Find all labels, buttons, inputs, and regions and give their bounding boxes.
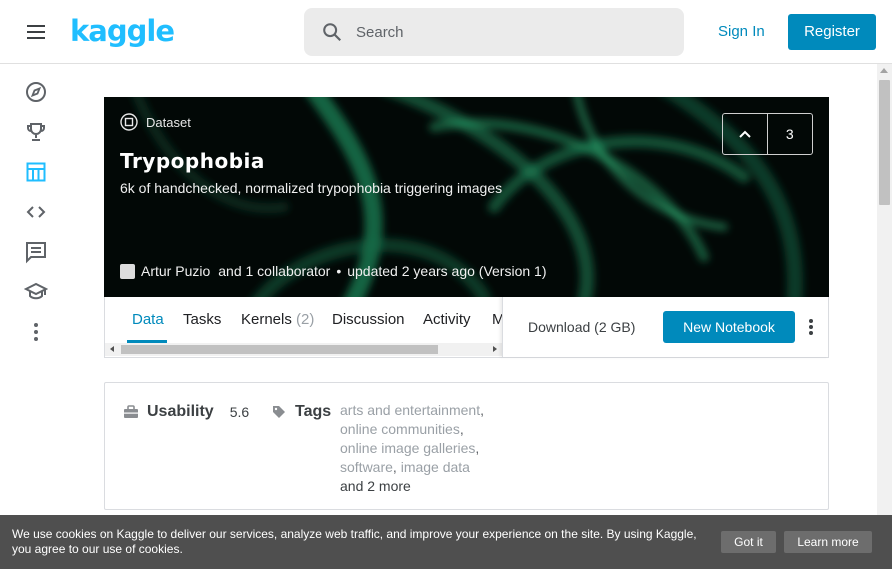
separator-bullet: •	[336, 263, 342, 279]
author-link[interactable]: Artur Puzio	[141, 263, 210, 279]
tab-kernels-count: (2)	[296, 311, 315, 328]
scroll-up-arrow[interactable]	[880, 68, 888, 73]
usability-value: 5.6	[229, 404, 250, 420]
page-scrollbar[interactable]	[877, 64, 892, 569]
tag-online-communities[interactable]: online communities	[340, 421, 460, 437]
tag-list: arts and entertainment, online communiti…	[340, 402, 484, 494]
tabs-horizontal-scrollbar[interactable]	[105, 343, 503, 356]
horizontal-scrollbar-thumb[interactable]	[121, 345, 438, 354]
table-icon[interactable]	[24, 160, 48, 184]
graduation-cap-icon[interactable]	[23, 280, 49, 304]
collaborators-link[interactable]: and 1 collaborator	[218, 263, 330, 279]
tab-kernels-label: Kernels	[241, 311, 292, 328]
menu-icon[interactable]	[24, 20, 48, 44]
tab-discussion[interactable]: Discussion	[332, 311, 405, 328]
usability-label: Usability	[147, 403, 214, 420]
vote-count: 3	[785, 126, 794, 142]
search-bar[interactable]	[304, 8, 684, 56]
dataset-owner-line: Artur Puzio and 1 collaborator • updated…	[120, 263, 546, 279]
cookie-banner: We use cookies on Kaggle to deliver our …	[0, 515, 892, 569]
compass-icon[interactable]	[24, 80, 48, 104]
tag-arts-and-entertainment[interactable]: arts and entertainment	[340, 402, 480, 418]
more-tags-link[interactable]: and 2 more	[340, 478, 411, 494]
avatar[interactable]	[120, 263, 135, 279]
tab-kernels[interactable]: Kernels (2)	[241, 311, 314, 328]
learn-more-button[interactable]: Learn more	[784, 531, 872, 553]
more-options-icon[interactable]	[806, 318, 816, 336]
tab-data[interactable]: Data	[132, 311, 164, 328]
tag-online-image-galleries[interactable]: online image galleries	[340, 440, 475, 456]
scroll-right-arrow[interactable]	[493, 346, 497, 352]
tags-label: Tags	[295, 403, 332, 420]
search-input[interactable]	[356, 8, 676, 56]
tab-list: Data Tasks Kernels (2) Discussion Activi…	[105, 297, 503, 345]
search-icon	[323, 23, 342, 42]
briefcase-icon	[124, 405, 138, 418]
dataset-info-box: Usability 5.6 Tags arts and entertainmen…	[104, 382, 829, 510]
comments-icon[interactable]	[24, 240, 48, 264]
top-bar: kaggle Sign In Register	[0, 0, 892, 64]
dataset-subtitle: 6k of handchecked, normalized trypophobi…	[120, 180, 503, 196]
dataset-icon	[120, 113, 138, 131]
usability-section: Usability 5.6	[123, 403, 249, 421]
side-nav	[0, 64, 72, 569]
kaggle-logo[interactable]: kaggle	[70, 14, 175, 48]
scrollbar-thumb[interactable]	[879, 80, 890, 205]
cookie-message: We use cookies on Kaggle to deliver our …	[12, 527, 697, 556]
upvote-button[interactable]	[723, 114, 768, 154]
updated-text: updated 2 years ago (Version 1)	[347, 263, 547, 279]
tab-activity[interactable]: Activity	[423, 311, 471, 328]
dataset-type: Dataset	[120, 113, 191, 131]
got-it-button[interactable]: Got it	[721, 531, 776, 553]
dataset-title: Trypophobia	[120, 149, 265, 173]
register-button[interactable]: Register	[788, 14, 876, 50]
tag-software[interactable]: software	[340, 459, 393, 475]
trophy-icon[interactable]	[24, 120, 48, 144]
download-button[interactable]: Download (2 GB)	[528, 319, 635, 335]
tag-icon	[273, 406, 285, 418]
tab-tasks[interactable]: Tasks	[183, 311, 221, 328]
dataset-actions: Download (2 GB) New Notebook	[502, 297, 829, 357]
scroll-left-arrow[interactable]	[110, 346, 114, 352]
vote-widget: 3	[722, 113, 813, 155]
dataset-header: Dataset Trypophobia 6k of handchecked, n…	[104, 97, 829, 297]
dataset-type-label: Dataset	[146, 114, 191, 130]
sign-in-link[interactable]: Sign In	[704, 16, 779, 48]
code-icon[interactable]	[24, 200, 48, 224]
more-vertical-icon[interactable]	[24, 320, 48, 344]
new-notebook-button[interactable]: New Notebook	[663, 311, 795, 343]
chevron-up-icon	[739, 130, 751, 138]
tag-image-data[interactable]: image data	[401, 459, 470, 475]
dataset-tab-bar: Data Tasks Kernels (2) Discussion Activi…	[104, 297, 829, 358]
